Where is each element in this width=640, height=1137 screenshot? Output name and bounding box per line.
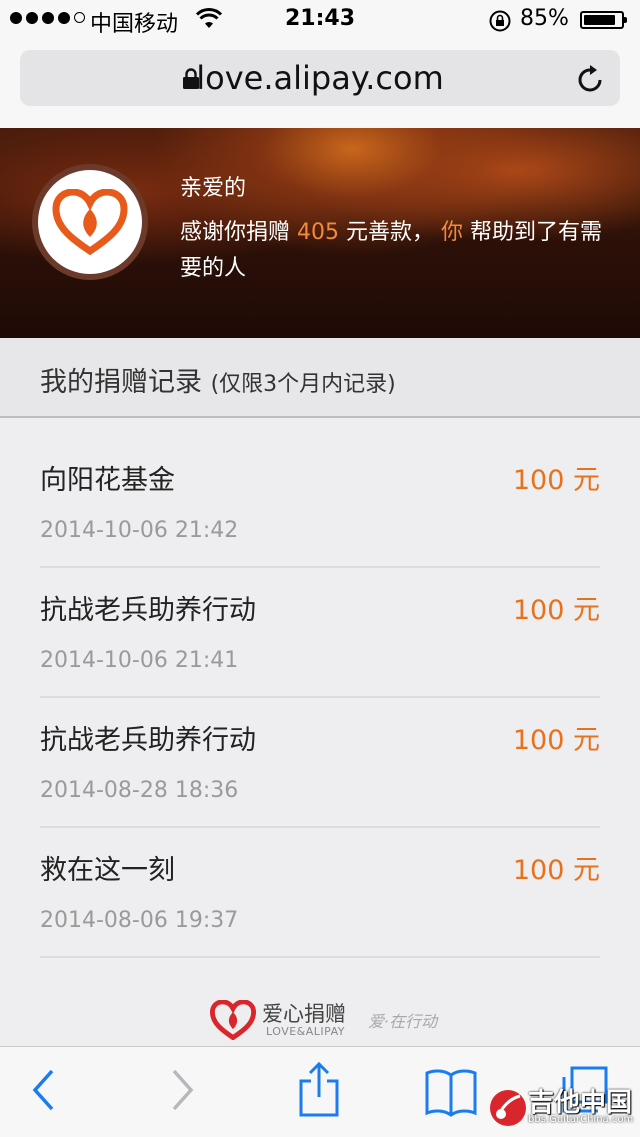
alipay-love-heart-icon [52, 189, 128, 255]
rotation-lock-icon [488, 9, 512, 39]
record-amount: 100 元 [512, 725, 600, 756]
love-alipay-logo-icon [210, 1000, 256, 1040]
records-note: (仅限3个月内记录) [210, 372, 396, 397]
greeting: 亲爱的 [180, 176, 247, 201]
records-section-header: 我的捐赠记录 (仅限3个月内记录) [0, 338, 640, 418]
brand-name-en: LOVE&ALIPAY [266, 1025, 345, 1038]
battery-icon [580, 11, 627, 29]
donation-message: 亲爱的 感谢你捐赠 405 元善款， 你 帮助到了有需要的人 [180, 171, 620, 287]
address-bar[interactable]: love.alipay.com [20, 50, 620, 106]
record-amount: 100 元 [512, 465, 600, 496]
guitarchina-watermark: 吉他中国 bbs.GuitarChina.com [486, 1082, 636, 1132]
thanks-prefix: 感谢你捐赠 [180, 220, 291, 245]
share-icon[interactable] [298, 1061, 340, 1123]
list-item[interactable]: 向阳花基金 100 元 2014-10-06 21:42 [40, 440, 600, 568]
donation-record-list: 向阳花基金 100 元 2014-10-06 21:42 抗战老兵助养行动 10… [40, 440, 600, 960]
record-project-name: 抗战老兵助养行动 [40, 725, 256, 756]
watermark-url: bbs.GuitarChina.com [528, 1114, 634, 1125]
brand-slogan: 爱·在行动 [368, 1012, 438, 1031]
avatar [38, 170, 142, 274]
record-project-name: 抗战老兵助养行动 [40, 595, 256, 626]
record-date: 2014-08-28 18:36 [40, 778, 239, 803]
chevron-right-icon[interactable] [170, 1067, 196, 1117]
record-project-name: 向阳花基金 [40, 465, 175, 496]
list-item[interactable]: 抗战老兵助养行动 100 元 2014-08-28 18:36 [40, 700, 600, 828]
battery-percent: 85% [520, 6, 569, 31]
url-text[interactable]: love.alipay.com [20, 59, 620, 97]
donation-summary-banner: 亲爱的 感谢你捐赠 405 元善款， 你 帮助到了有需要的人 [0, 128, 640, 338]
record-amount: 100 元 [512, 855, 600, 886]
guitar-watermark-icon [490, 1090, 526, 1126]
footer-brand: 爱心捐赠 LOVE&ALIPAY 爱·在行动 [210, 998, 450, 1042]
record-project-name: 救在这一刻 [40, 855, 175, 886]
status-bar: 中国移动 21:43 85% [0, 0, 640, 40]
you-highlight: 你 [441, 220, 464, 245]
thanks-text: 感谢你捐赠 405 元善款， 你 帮助到了有需要的人 [180, 215, 620, 287]
donation-total: 405 [297, 220, 340, 245]
record-amount: 100 元 [512, 595, 600, 626]
record-date: 2014-08-06 19:37 [40, 908, 239, 933]
list-item[interactable]: 抗战老兵助养行动 100 元 2014-10-06 21:41 [40, 570, 600, 698]
browser-header: love.alipay.com [0, 40, 640, 128]
thanks-middle: 元善款， [346, 220, 435, 245]
record-date: 2014-10-06 21:41 [40, 648, 239, 673]
list-item[interactable]: 救在这一刻 100 元 2014-08-06 19:37 [40, 830, 600, 958]
chevron-left-icon[interactable] [30, 1067, 56, 1117]
reload-icon[interactable] [576, 62, 606, 98]
book-icon[interactable] [424, 1067, 478, 1121]
brand-name-cn: 爱心捐赠 [262, 1002, 346, 1026]
record-date: 2014-10-06 21:42 [40, 518, 239, 543]
records-title-text: 我的捐赠记录 [40, 367, 202, 398]
records-title: 我的捐赠记录 (仅限3个月内记录) [40, 360, 396, 399]
